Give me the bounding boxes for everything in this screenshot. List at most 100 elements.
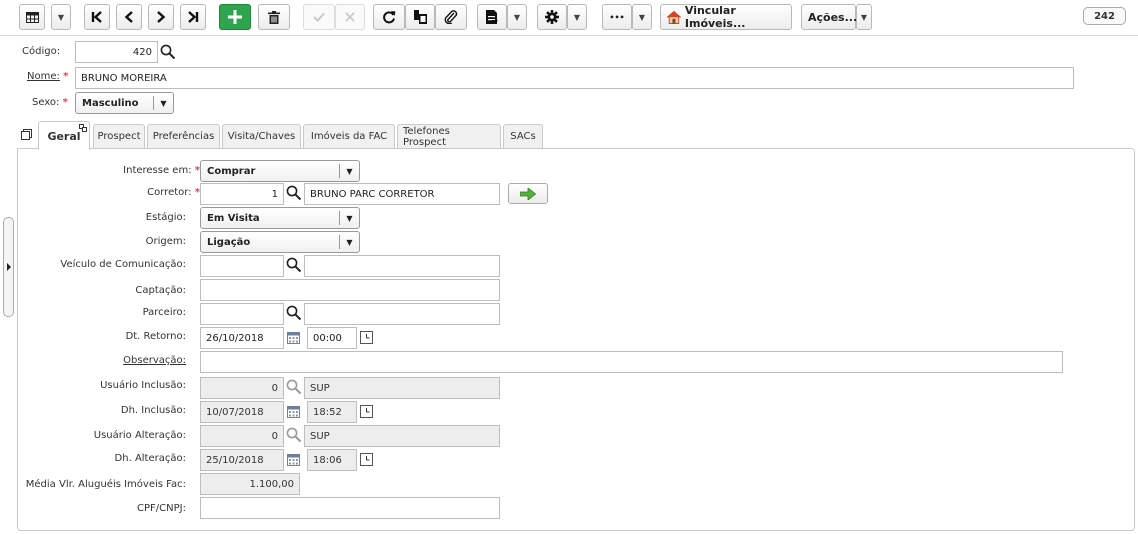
- tab-label: Telefones Prospect: [403, 125, 450, 148]
- first-record-button[interactable]: [84, 4, 110, 30]
- chevron-down-icon: ▼: [573, 12, 581, 22]
- usuario-inclusao-name-field: SUP: [304, 377, 500, 399]
- attach-button[interactable]: [435, 4, 467, 30]
- usuario-inclusao-label: Usuário Inclusão:: [100, 380, 186, 391]
- refresh-button[interactable]: [373, 4, 405, 30]
- tab-sacs[interactable]: SACs: [503, 124, 543, 148]
- search-icon: [286, 427, 302, 443]
- search-icon[interactable]: [286, 305, 302, 321]
- veiculo-label: Veículo de Comunicação:: [60, 259, 186, 270]
- tab-telefones-prospect[interactable]: Telefones Prospect: [397, 124, 501, 148]
- required-mark: *: [63, 71, 69, 82]
- grid-icon: [25, 11, 39, 23]
- prev-record-button[interactable]: [116, 4, 142, 30]
- tab-label: Imóveis da FAC: [310, 131, 388, 142]
- clock-icon: [360, 405, 373, 418]
- report-dropdown[interactable]: ▼: [507, 4, 527, 30]
- cpf-cnpj-field[interactable]: [200, 497, 500, 519]
- delete-button[interactable]: [258, 4, 290, 30]
- copy-icon: [413, 10, 427, 24]
- calendar-icon: [287, 454, 300, 466]
- clock-icon: [360, 453, 373, 466]
- origem-select[interactable]: Ligação ▼: [200, 231, 360, 253]
- tab-geral[interactable]: Geral: [38, 121, 90, 150]
- calendar-icon: [287, 406, 300, 418]
- delete-icon: [268, 10, 280, 24]
- restore-window-icon[interactable]: [21, 129, 32, 140]
- corretor-code-field[interactable]: 1: [200, 183, 284, 205]
- dt-retorno-time-field[interactable]: 00:00: [307, 327, 357, 349]
- tab-label: Prospect: [97, 131, 141, 142]
- observacao-label[interactable]: Observação:: [123, 355, 186, 366]
- required-mark: *: [62, 97, 68, 108]
- dh-alteracao-date-field: 25/10/2018: [200, 449, 284, 471]
- origem-value: Ligação: [207, 236, 251, 248]
- codigo-label: Código:: [22, 46, 61, 57]
- search-icon[interactable]: [160, 44, 176, 60]
- chevron-down-icon: ▼: [57, 12, 65, 22]
- veiculo-code-field[interactable]: [200, 255, 284, 277]
- side-panel-toggle[interactable]: [3, 217, 14, 317]
- observacao-field[interactable]: [200, 351, 1063, 373]
- dh-alteracao-label: Dh. Alteração:: [114, 453, 186, 464]
- nome-field[interactable]: BRUNO MOREIRA: [75, 67, 1074, 89]
- interesse-value: Comprar: [207, 165, 256, 177]
- parceiro-code-field[interactable]: [200, 303, 284, 325]
- more-dropdown[interactable]: ▼: [632, 4, 652, 30]
- search-icon[interactable]: [286, 257, 302, 273]
- next-record-button[interactable]: [148, 4, 174, 30]
- tab-preferencias[interactable]: Preferências: [147, 124, 220, 148]
- report-icon: [486, 10, 498, 24]
- clock-icon[interactable]: [360, 331, 373, 344]
- confirm-button[interactable]: [303, 4, 335, 30]
- more-button[interactable]: •••: [602, 4, 632, 30]
- copy-button[interactable]: [405, 4, 435, 30]
- go-to-corretor-button[interactable]: [508, 183, 548, 204]
- nome-label[interactable]: Nome:: [27, 71, 60, 82]
- usuario-alteracao-name-field: SUP: [304, 425, 500, 447]
- grid-view-button[interactable]: [19, 4, 45, 30]
- captacao-field[interactable]: [200, 279, 500, 301]
- link-properties-label: Vincular Imóveis...: [684, 4, 746, 30]
- settings-button[interactable]: [537, 4, 567, 30]
- codigo-field[interactable]: 420: [75, 41, 158, 63]
- cancel-button[interactable]: [335, 4, 365, 30]
- attach-icon: [444, 10, 458, 24]
- origem-label: Origem:: [145, 236, 186, 247]
- tab-label: Visita/Chaves: [227, 131, 296, 142]
- actions-button[interactable]: Ações...: [801, 4, 857, 30]
- dt-retorno-date-field[interactable]: 26/10/2018: [200, 327, 284, 349]
- actions-dropdown[interactable]: ▼: [856, 4, 872, 30]
- chevron-down-icon: ▼: [339, 235, 359, 249]
- chevron-right-icon: [7, 263, 11, 271]
- tab-prospect[interactable]: Prospect: [93, 124, 145, 148]
- nome-label-wrap: Nome: *: [27, 71, 68, 82]
- parceiro-label: Parceiro:: [142, 307, 186, 318]
- tab-imoveis-fac[interactable]: Imóveis da FAC: [303, 124, 395, 148]
- report-button[interactable]: [477, 4, 507, 30]
- search-icon[interactable]: [286, 185, 302, 201]
- house-icon: [667, 10, 681, 24]
- settings-dropdown[interactable]: ▼: [567, 4, 587, 30]
- last-record-button[interactable]: [180, 4, 206, 30]
- estagio-select[interactable]: Em Visita ▼: [200, 207, 360, 229]
- veiculo-name-field[interactable]: [304, 255, 500, 277]
- sexo-value: Masculino: [82, 97, 139, 109]
- estagio-label: Estágio:: [145, 212, 186, 223]
- corretor-label: Corretor:: [147, 187, 192, 198]
- detach-tab-icon[interactable]: [79, 124, 87, 132]
- toolbar: ▼ ▼ ▼ ••• ▼ Vincular Imóveis... Ações...…: [0, 0, 1138, 36]
- next-record-icon: [157, 11, 166, 23]
- parceiro-name-field[interactable]: [304, 303, 500, 325]
- record-count-badge: 242: [1083, 7, 1126, 25]
- link-properties-button[interactable]: Vincular Imóveis...: [660, 4, 792, 30]
- grid-view-dropdown[interactable]: ▼: [51, 4, 71, 30]
- confirm-icon: [313, 12, 325, 22]
- dt-retorno-label: Dt. Retorno:: [125, 331, 186, 342]
- sexo-select[interactable]: Masculino ▼: [75, 92, 174, 114]
- tab-visita-chaves[interactable]: Visita/Chaves: [222, 124, 301, 148]
- interesse-select[interactable]: Comprar ▼: [200, 160, 360, 182]
- corretor-name-field[interactable]: BRUNO PARC CORRETOR: [304, 183, 500, 205]
- add-button[interactable]: [219, 4, 251, 30]
- calendar-icon[interactable]: [287, 332, 300, 344]
